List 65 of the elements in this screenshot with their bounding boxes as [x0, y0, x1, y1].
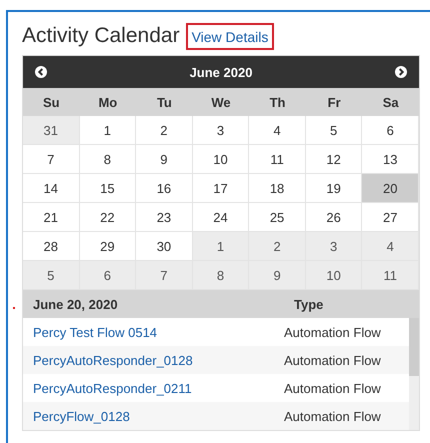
- day-cell[interactable]: 5: [23, 261, 80, 290]
- weekday-header: Tu: [156, 94, 173, 112]
- activity-link[interactable]: PercyAutoResponder_0211: [23, 380, 284, 396]
- scrollbar[interactable]: [409, 318, 419, 430]
- day-cell[interactable]: 30: [136, 232, 193, 261]
- day-cell[interactable]: 19: [306, 174, 362, 203]
- activity-link[interactable]: PercyFlow_0128: [23, 408, 284, 424]
- day-cell[interactable]: 12: [306, 145, 362, 174]
- day-cell[interactable]: 31: [23, 116, 80, 145]
- day-cell[interactable]: 26: [306, 203, 362, 232]
- type-cell-text: Automation Flow: [284, 380, 382, 396]
- day-cell[interactable]: 20: [362, 174, 419, 203]
- view-details-link[interactable]: View Details: [186, 22, 274, 50]
- day-cell[interactable]: 24: [192, 203, 250, 232]
- day-cell[interactable]: 9: [136, 145, 193, 174]
- type-cell-text: Automation Flow: [284, 324, 382, 340]
- day-cell[interactable]: 8: [80, 145, 136, 174]
- weekday-header: Th: [268, 94, 286, 112]
- type-cell-text: Automation Flow: [284, 408, 382, 424]
- day-cell[interactable]: 11: [249, 145, 306, 174]
- weekday-header: Mo: [97, 94, 118, 112]
- weekday-header: Fr: [326, 94, 342, 112]
- column-header: June 20, 2020: [32, 296, 119, 312]
- month-title: June 2020: [190, 64, 252, 80]
- activity-link[interactable]: Percy Test Flow 0514: [23, 324, 284, 340]
- day-cell[interactable]: 7: [136, 261, 193, 290]
- panel-title: Activity Calendar: [22, 24, 180, 48]
- day-cell[interactable]: 4: [249, 116, 306, 145]
- day-cell[interactable]: 7: [23, 145, 80, 174]
- day-cell[interactable]: 17: [192, 174, 250, 203]
- column-header: Type: [294, 296, 324, 312]
- day-cell[interactable]: 5: [306, 116, 362, 145]
- activity-link[interactable]: PercyAutoResponder_0128: [23, 352, 284, 368]
- prev-month-icon[interactable]: [35, 66, 47, 78]
- next-month-icon[interactable]: [395, 66, 407, 78]
- day-cell[interactable]: 2: [136, 116, 193, 145]
- day-cell[interactable]: 11: [362, 261, 419, 290]
- day-cell[interactable]: 1: [192, 232, 250, 261]
- weekday-header: Su: [42, 94, 61, 112]
- day-cell[interactable]: 6: [362, 116, 419, 145]
- type-cell-text: Automation Flow: [284, 352, 382, 368]
- day-cell[interactable]: 13: [362, 145, 419, 174]
- day-cell[interactable]: 4: [362, 232, 419, 261]
- day-cell[interactable]: 23: [136, 203, 193, 232]
- weekday-header: We: [210, 94, 232, 112]
- day-cell[interactable]: 25: [249, 203, 306, 232]
- day-cell[interactable]: 14: [23, 174, 80, 203]
- day-cell[interactable]: 22: [80, 203, 136, 232]
- day-cell[interactable]: 10: [192, 145, 250, 174]
- day-cell[interactable]: 3: [306, 232, 362, 261]
- day-cell[interactable]: 1: [80, 116, 136, 145]
- day-cell[interactable]: 3: [192, 116, 250, 145]
- day-cell[interactable]: 29: [80, 232, 136, 261]
- day-cell[interactable]: 2: [249, 232, 306, 261]
- day-cell[interactable]: 8: [192, 261, 250, 290]
- day-cell[interactable]: 10: [306, 261, 362, 290]
- day-cell[interactable]: 18: [249, 174, 306, 203]
- day-cell[interactable]: 9: [249, 261, 306, 290]
- day-cell[interactable]: 28: [23, 232, 80, 261]
- day-cell[interactable]: 21: [23, 203, 80, 232]
- weekday-header: Sa: [382, 94, 400, 112]
- day-cell[interactable]: 16: [136, 174, 193, 203]
- day-cell[interactable]: 15: [80, 174, 136, 203]
- day-cell[interactable]: 6: [80, 261, 136, 290]
- day-cell[interactable]: 27: [362, 203, 419, 232]
